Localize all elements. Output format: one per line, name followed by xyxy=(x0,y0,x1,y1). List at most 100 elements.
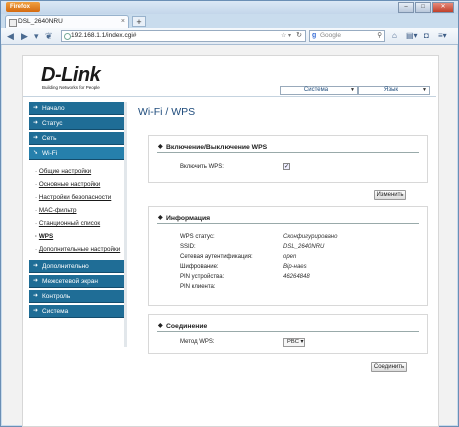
sidebar-divider xyxy=(124,102,127,347)
google-icon: g xyxy=(312,32,317,39)
submenu-item-wps[interactable]: · WPS xyxy=(35,230,124,243)
page-title: Wi-Fi / WPS xyxy=(138,106,196,118)
submenu-item-advanced[interactable]: · Дополнительные настройки xyxy=(35,243,124,256)
submenu-item-general[interactable]: · Общие настройки xyxy=(35,165,124,178)
close-window-button[interactable]: ✕ xyxy=(432,2,454,13)
info-label: PIN клиента: xyxy=(180,284,216,290)
section-heading-text: Соединение xyxy=(166,323,208,330)
info-label: SSID: xyxy=(180,244,196,250)
info-label: Сетевая аутентификация: xyxy=(180,254,253,260)
reload-icon[interactable]: ↻ xyxy=(296,31,302,41)
submenu-item-mac-filter[interactable]: · MAC-фильтр xyxy=(35,204,124,217)
bullet-icon: ◆ xyxy=(158,323,163,329)
home-icon[interactable]: ⌂ xyxy=(392,30,397,42)
browser-tab[interactable]: DSL_2640NRU × xyxy=(5,15,129,28)
sidebar-item-wifi[interactable]: ➘ Wi-Fi xyxy=(29,147,124,160)
menu-icon[interactable]: ≡▾ xyxy=(438,30,447,42)
back-arrow-icon[interactable]: ◀ xyxy=(7,30,14,42)
submenu-label: Основные настройки xyxy=(38,181,101,188)
forward-arrow-icon[interactable]: ▶ xyxy=(21,30,28,42)
pocket-icon[interactable]: ◘ xyxy=(424,30,429,42)
router-page: D-Link Building Networks for People Сист… xyxy=(22,55,439,427)
maximize-button[interactable]: □ xyxy=(415,2,431,13)
addon-icon[interactable]: ❦ xyxy=(45,30,53,42)
connect-button[interactable]: Соединить xyxy=(371,362,407,372)
section-heading: ◆ Включение/Выключение WPS xyxy=(157,143,419,153)
language-select-label: Язык xyxy=(383,87,399,93)
sidebar-item-label: Система xyxy=(42,308,69,315)
info-label: WPS статус: xyxy=(180,234,215,240)
chevron-down-icon: ▾ xyxy=(300,339,304,345)
sidebar-item-label: Сеть xyxy=(42,135,57,142)
chevron-down-icon: ▼ xyxy=(422,87,427,93)
sidebar-item-label: Начало xyxy=(42,105,65,112)
wps-connect-section: ◆ Соединение Метод WPS: PBC ▾ xyxy=(148,314,428,354)
sidebar-item-system[interactable]: ➜ Система xyxy=(29,305,124,318)
tab-strip: DSL_2640NRU × + xyxy=(1,14,458,28)
wps-method-value: PBC xyxy=(287,339,299,345)
navigation-toolbar: ◀ ▶ ▾ ❦ 192.168.1.1/index.cgi# ☆ ▾ ↻ g G… xyxy=(1,28,458,45)
url-text: 192.168.1.1/index.cgi# xyxy=(71,32,137,39)
bookmark-star-icon[interactable]: ☆ ▾ xyxy=(281,31,291,41)
system-menu-select[interactable]: Система ▼ xyxy=(280,86,358,95)
info-value: Сконфигурировано xyxy=(283,234,338,240)
address-bar[interactable]: 192.168.1.1/index.cgi# ☆ ▾ ↻ xyxy=(61,30,306,42)
sidebar-item-label: Статус xyxy=(42,120,63,127)
minimize-button[interactable]: – xyxy=(398,2,414,13)
submenu-item-security[interactable]: · Настройки безопасности xyxy=(35,191,124,204)
arrow-right-icon: ➜ xyxy=(33,293,39,299)
submenu-label: Общие настройки xyxy=(38,168,92,175)
info-value: Bip-наes xyxy=(283,264,307,270)
sidebar-item-start[interactable]: ➜ Начало xyxy=(29,102,124,115)
sidebar-item-firewall[interactable]: ➜ Межсетевой экран xyxy=(29,275,124,288)
sidebar-item-additional[interactable]: ➜ Дополнительно xyxy=(29,260,124,273)
search-box[interactable]: g Google ⚲ xyxy=(309,30,385,42)
sidebar-item-label: Дополнительно xyxy=(42,263,89,270)
sidebar-menu: ➜ Начало ➜ Статус ➜ Сеть ➘ Wi-Fi · Общие нас… xyxy=(29,102,124,320)
enable-wps-checkbox[interactable]: ✓ xyxy=(283,163,290,170)
arrow-right-icon: ➜ xyxy=(33,135,39,141)
submenu-label: Настройки безопасности xyxy=(38,194,112,201)
tab-title: DSL_2640NRU xyxy=(18,18,63,25)
submenu-item-basic[interactable]: · Основные настройки xyxy=(35,178,124,191)
wps-method-select[interactable]: PBC ▾ xyxy=(283,338,305,347)
section-heading-text: Информация xyxy=(166,215,211,222)
submenu-label: Станционный список xyxy=(38,220,101,227)
arrow-right-icon: ➜ xyxy=(33,263,39,269)
sidebar-item-status[interactable]: ➜ Статус xyxy=(29,117,124,130)
sidebar-item-network[interactable]: ➜ Сеть xyxy=(29,132,124,145)
page-viewport: D-Link Building Networks for People Сист… xyxy=(2,45,457,427)
arrow-down-icon: ➘ xyxy=(33,150,39,156)
dlink-logo: D-Link Building Networks for People xyxy=(41,64,101,90)
section-heading: ◆ Соединение xyxy=(157,322,419,332)
language-menu-select[interactable]: Язык ▼ xyxy=(358,86,430,95)
wps-enable-section: ◆ Включение/Выключение WPS Включить WPS: … xyxy=(148,135,428,183)
info-value: DSL_2640NRU xyxy=(283,244,325,250)
wps-method-label: Метод WPS: xyxy=(180,339,215,345)
sidebar-item-label: Wi-Fi xyxy=(42,150,58,157)
info-label: PIN устройства: xyxy=(180,274,225,280)
bullet-icon: ◆ xyxy=(158,144,163,150)
arrow-right-icon: ➜ xyxy=(33,105,39,111)
info-label: Шифрование: xyxy=(180,264,219,270)
search-placeholder: Google xyxy=(320,32,341,39)
search-icon[interactable]: ⚲ xyxy=(377,31,382,41)
system-select-label: Система xyxy=(303,87,329,93)
page-favicon-icon xyxy=(9,19,17,27)
logo-text: D-Link xyxy=(41,64,101,86)
arrow-right-icon: ➜ xyxy=(33,308,39,314)
tab-close-icon[interactable]: × xyxy=(121,16,125,28)
apply-button[interactable]: Изменить xyxy=(374,190,406,200)
sidebar-item-label: Контроль xyxy=(42,293,71,300)
section-heading-text: Включение/Выключение WPS xyxy=(166,144,268,151)
header-divider xyxy=(23,96,436,97)
sidebar-item-control[interactable]: ➜ Контроль xyxy=(29,290,124,303)
arrow-right-icon: ➜ xyxy=(33,278,39,284)
dropdown-history-icon[interactable]: ▾ xyxy=(34,30,39,42)
bullet-icon: ◆ xyxy=(158,215,163,221)
new-tab-button[interactable]: + xyxy=(132,16,146,27)
bookmarks-icon[interactable]: ▤▾ xyxy=(406,30,418,42)
firefox-menu-button[interactable]: Firefox xyxy=(6,2,40,12)
submenu-item-station-list[interactable]: · Станционный список xyxy=(35,217,124,230)
wifi-submenu: · Общие настройки · Основные настройки ·… xyxy=(29,162,124,260)
